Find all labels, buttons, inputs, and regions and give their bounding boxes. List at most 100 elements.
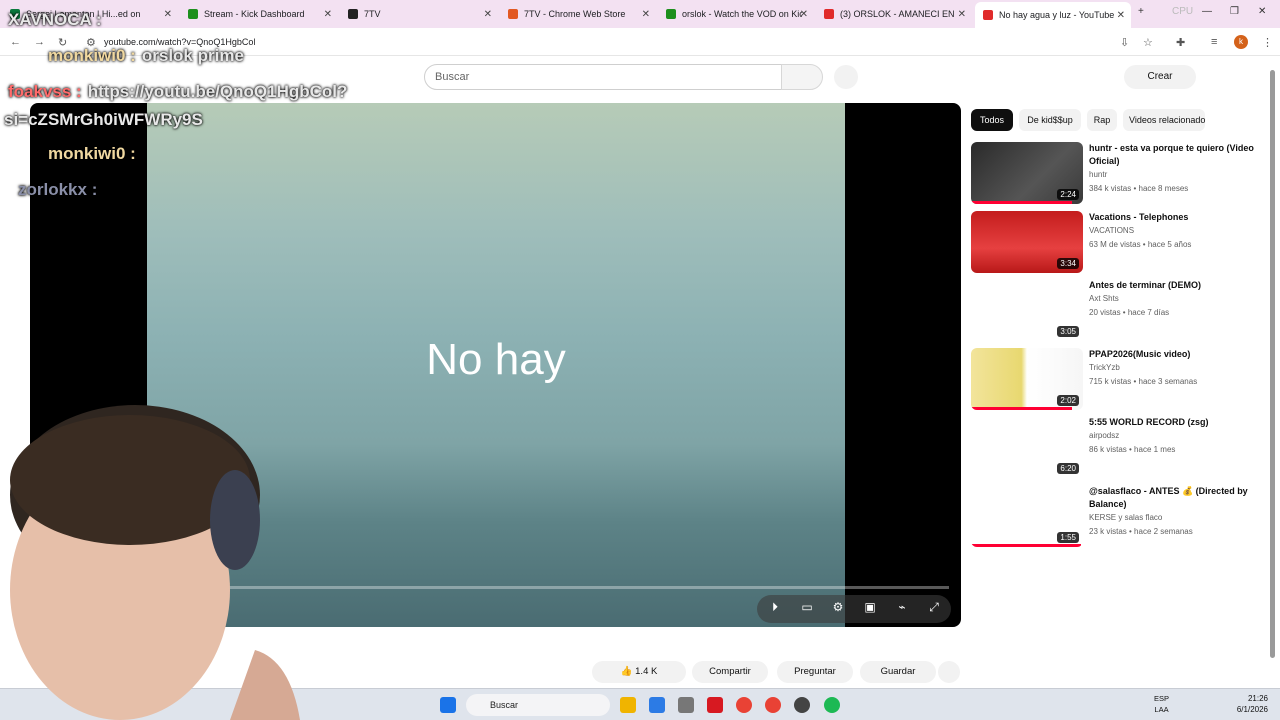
close-icon[interactable]: ✕ (324, 9, 332, 20)
minimize-icon[interactable]: — (1202, 6, 1212, 17)
chip-rap[interactable]: Rap (1087, 109, 1117, 131)
recommendation-card[interactable]: 1:55 @salasflaco - ANTES 💰 (Directed by B… (971, 485, 1271, 547)
window-close-icon[interactable]: ✕ (1258, 6, 1266, 17)
menu-icon[interactable]: ⋮ (1262, 36, 1273, 49)
clock[interactable]: 21:26 6/1/2026 (1224, 693, 1268, 715)
file-explorer-icon[interactable] (620, 697, 636, 713)
video-title[interactable]: huntr - esta va porque te quiero (Video … (1089, 142, 1259, 168)
chrome-icon[interactable] (736, 697, 752, 713)
video-player[interactable]: No hay ⏵ ▭ ⚙ ▣ ⌁ ⤢ (30, 103, 961, 627)
chip-all[interactable]: Todos (971, 109, 1013, 131)
cast-icon[interactable]: ⌁ (892, 600, 912, 616)
share-button[interactable]: Compartir (692, 661, 768, 683)
close-icon[interactable]: ✕ (164, 9, 172, 20)
spotify-icon[interactable] (824, 697, 840, 713)
channel-name[interactable]: airpodsz (1089, 431, 1119, 440)
autoplay-toggle-icon[interactable]: ⏵ (765, 600, 785, 616)
start-icon[interactable] (440, 697, 456, 713)
video-thumbnail[interactable]: 6:20 (971, 416, 1083, 478)
taskbar-search[interactable]: Buscar (466, 694, 610, 716)
youtube-header: Buscar Crear (0, 56, 1280, 100)
video-thumbnail[interactable]: 3:34 (971, 211, 1083, 273)
create-button[interactable]: Crear (1124, 65, 1196, 89)
profile-avatar[interactable]: k (1234, 35, 1248, 49)
channel-name[interactable]: VACATIONS (1089, 226, 1134, 235)
tab-active[interactable]: No hay agua y luz - YouTube ✕ (975, 2, 1131, 28)
install-icon[interactable]: ⇩ (1120, 36, 1129, 49)
close-icon[interactable]: ✕ (642, 9, 650, 20)
restore-icon[interactable]: ❐ (1230, 6, 1239, 17)
video-meta: 384 k vistas • hace 8 meses (1089, 184, 1189, 193)
channel-name[interactable]: KERSE y salas flaco (1089, 513, 1162, 522)
wps-icon[interactable] (707, 697, 723, 713)
extensions-icon[interactable]: ✚ (1176, 36, 1185, 49)
back-icon[interactable]: ← (10, 36, 21, 48)
playlist-icon[interactable]: ≡ (1211, 36, 1217, 48)
like-icon: 👍 (620, 666, 636, 677)
tab-2[interactable]: Stream - Kick Dashboard ✕ (180, 4, 338, 24)
tab-title: No hay agua y luz - YouTube (999, 10, 1115, 20)
chip-kidsup[interactable]: De kid$$up (1019, 109, 1081, 131)
save-button[interactable]: Guardar (860, 661, 936, 683)
tab-title: (3) ORSLOK - AMANECI EN (840, 9, 955, 19)
close-icon[interactable]: ✕ (800, 9, 808, 20)
recommendation-card[interactable]: 2:02 PPAP2026(Music video) TrickYzb 715 k v… (971, 348, 1271, 410)
app-icon[interactable] (649, 697, 665, 713)
duration-badge: 2:02 (1057, 395, 1079, 406)
duration-badge: 3:05 (1057, 326, 1079, 337)
recommendation-card[interactable]: 2:24 huntr - esta va porque te quiero (Vi… (971, 142, 1271, 204)
obs-icon[interactable] (794, 697, 810, 713)
close-icon[interactable]: ✕ (958, 9, 966, 20)
video-title[interactable]: Antes de terminar (DEMO) (1089, 279, 1259, 292)
recommendation-card[interactable]: 3:05 Antes de terminar (DEMO) Axt Shts 20 v… (971, 279, 1271, 341)
close-icon[interactable]: ✕ (484, 9, 492, 20)
search-button[interactable] (781, 64, 823, 90)
video-title[interactable]: @salasflaco - ANTES 💰 (Directed by Balan… (1089, 485, 1259, 511)
video-thumbnail[interactable]: 1:55 (971, 485, 1083, 547)
channel-name[interactable]: TrickYzb (1089, 363, 1120, 372)
theater-mode-icon[interactable]: ▣ (860, 600, 880, 616)
site-info-icon[interactable]: ⚙ (86, 36, 96, 49)
more-actions-button[interactable] (938, 661, 960, 683)
like-button[interactable]: 👍 1.4 K (592, 661, 686, 683)
video-title[interactable]: PPAP2026(Music video) (1089, 348, 1259, 361)
reload-icon[interactable]: ↻ (58, 36, 67, 49)
duration-badge: 1:55 (1057, 532, 1079, 543)
bookmark-icon[interactable]: ☆ (1143, 36, 1153, 49)
language-indicator[interactable]: ESP LAA (1154, 693, 1169, 715)
new-tab-icon[interactable]: + (1138, 6, 1144, 17)
video-meta: 20 vistas • hace 7 días (1089, 308, 1170, 317)
settings-icon[interactable]: ⚙ (828, 600, 848, 616)
subtitles-icon[interactable]: ▭ (797, 600, 817, 616)
video-thumbnail[interactable]: 2:02 (971, 348, 1083, 410)
search-input[interactable]: Buscar (424, 64, 782, 90)
mic-icon[interactable] (834, 65, 858, 89)
ask-button[interactable]: Preguntar (777, 661, 853, 683)
url-field[interactable]: youtube.com/watch?v=QnoQ1HgbCol (104, 37, 255, 47)
video-thumbnail[interactable]: 2:24 (971, 142, 1083, 204)
store-icon[interactable] (678, 697, 694, 713)
webstore-icon (508, 9, 518, 19)
fullscreen-icon[interactable]: ⤢ (924, 600, 944, 616)
scrollbar-thumb[interactable] (1270, 70, 1275, 658)
tab-1[interactable]: Sergei Lemonton | Hi...ed on ✕ (2, 4, 178, 24)
channel-name[interactable]: Axt Shts (1089, 294, 1119, 303)
tab-6[interactable]: (3) ORSLOK - AMANECI EN ✕ (816, 4, 972, 24)
tab-4[interactable]: 7TV - Chrome Web Store ✕ (500, 4, 656, 24)
tab-5[interactable]: orslok - Watch the VOD on Kick ✕ (658, 4, 814, 24)
channel-name[interactable]: huntr (1089, 170, 1107, 179)
video-frame[interactable]: No hay (147, 103, 845, 627)
forward-icon[interactable]: → (34, 36, 45, 48)
recommendation-card[interactable]: 3:34 Vacations - Telephones VACATIONS 63 M … (971, 211, 1271, 273)
video-title[interactable]: 5:55 WORLD RECORD (zsg) (1089, 416, 1259, 429)
chrome-active-icon[interactable] (765, 697, 781, 713)
tab-3[interactable]: 7TV ✕ (340, 4, 498, 24)
progress-bar[interactable] (42, 586, 949, 589)
video-title[interactable]: Vacations - Telephones (1089, 211, 1259, 224)
chip-related[interactable]: Videos relacionados (1123, 109, 1205, 131)
close-icon[interactable]: ✕ (1117, 10, 1125, 21)
scrollbar[interactable] (1268, 60, 1276, 685)
video-meta: 23 k vistas • hace 2 semanas (1089, 527, 1193, 536)
recommendation-card[interactable]: 6:20 5:55 WORLD RECORD (zsg) airpodsz 86 k … (971, 416, 1271, 478)
video-thumbnail[interactable]: 3:05 (971, 279, 1083, 341)
